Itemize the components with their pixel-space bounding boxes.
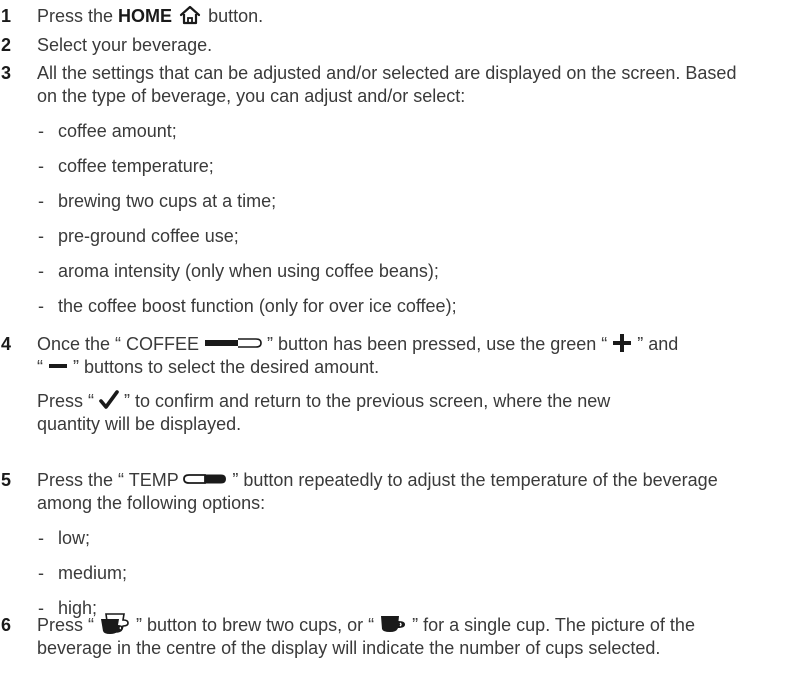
single-cup-icon xyxy=(379,613,407,633)
step-number: 1 xyxy=(1,6,12,26)
step-5-text: Press the “ TEMP ” button repeatedly to … xyxy=(37,470,718,513)
step-number: 2 xyxy=(1,35,12,55)
step-5: 5 Press the “ TEMP ” button repeatedly t… xyxy=(0,469,767,620)
home-icon xyxy=(179,5,201,25)
double-cup-icon xyxy=(99,612,131,635)
step-number: 5 xyxy=(1,470,12,490)
list-item: brewing two cups at a time; xyxy=(37,190,757,213)
settings-list: coffee amount; coffee temperature; brewi… xyxy=(37,120,757,318)
step-2: 2 Select your beverage. xyxy=(0,34,788,57)
list-item: coffee temperature; xyxy=(37,155,757,178)
checkmark-icon xyxy=(99,390,119,410)
step-6-text: Press “ ” button to brew two cups, or “ … xyxy=(37,612,767,660)
list-item: aroma intensity (only when using coffee … xyxy=(37,260,757,283)
list-item: low; xyxy=(37,527,767,550)
step-4-confirm-text: Press “ ” to confirm and return to the p… xyxy=(37,390,611,434)
list-item: pre-ground coffee use; xyxy=(37,225,757,248)
temperature-icon xyxy=(183,473,227,485)
step-3: 3 All the settings that can be adjusted … xyxy=(0,62,757,318)
minus-icon xyxy=(48,356,68,376)
plus-icon xyxy=(612,333,632,353)
list-item: coffee amount; xyxy=(37,120,757,143)
temperature-options-list: low; medium; high; xyxy=(37,527,767,620)
home-label: HOME xyxy=(118,6,173,26)
step-number: 4 xyxy=(1,334,12,354)
coffee-amount-icon xyxy=(204,337,262,349)
step-4-text: Once the “ COFFEE ” button has been pres… xyxy=(37,333,679,377)
step-number: 6 xyxy=(1,615,12,635)
list-item: medium; xyxy=(37,562,767,585)
list-item: the coffee boost function (only for over… xyxy=(37,295,757,318)
step-4: 4 Once the “ COFFEE ” button has been pr… xyxy=(0,333,788,436)
step-6: 6 Press “ ” button to brew two cups, or … xyxy=(0,612,767,660)
step-2-text: Select your beverage. xyxy=(37,35,213,55)
step-number: 3 xyxy=(1,63,12,83)
step-1-text: Press the HOME button. xyxy=(37,5,264,26)
step-3-text: All the settings that can be adjusted an… xyxy=(37,63,737,106)
step-1: 1 Press the HOME button. xyxy=(0,5,788,28)
